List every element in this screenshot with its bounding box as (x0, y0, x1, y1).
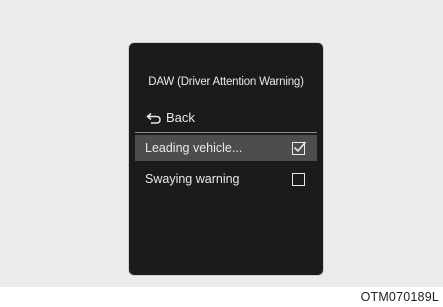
checkbox-checked-icon[interactable] (292, 140, 307, 155)
divider (135, 132, 317, 133)
menu-item-label: Leading vehicle... (145, 141, 243, 155)
menu-item-swaying-warning[interactable]: Swaying warning (135, 166, 317, 192)
cluster-display: DAW (Driver Attention Warning) Back Lead… (128, 42, 324, 276)
menu-item-leading-vehicle[interactable]: Leading vehicle... (135, 135, 317, 161)
checkbox-empty-icon[interactable] (292, 172, 305, 186)
back-button[interactable]: Back (146, 110, 195, 125)
back-arrow-icon (146, 112, 166, 124)
back-label: Back (166, 110, 195, 125)
menu-item-label: Swaying warning (145, 172, 240, 186)
figure-code: OTM070189L (360, 290, 439, 304)
menu-title: DAW (Driver Attention Warning) (148, 76, 304, 88)
